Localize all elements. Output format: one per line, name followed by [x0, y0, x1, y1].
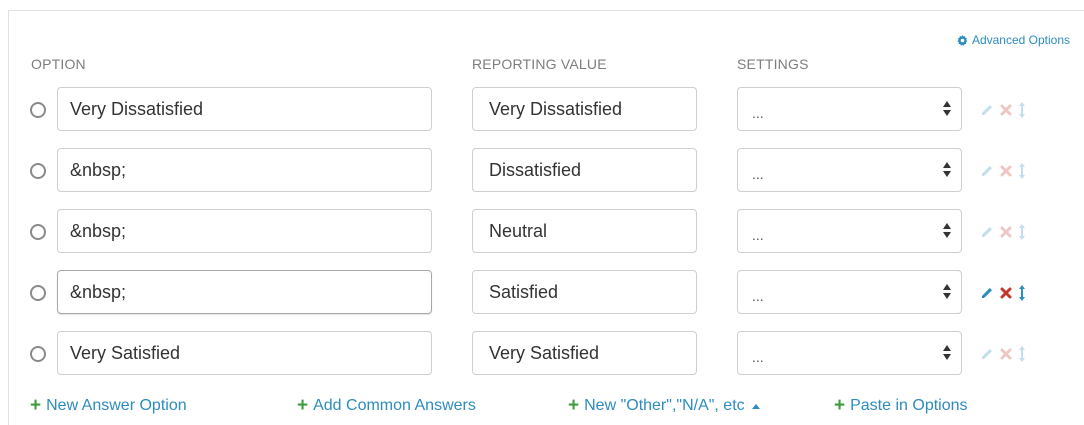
new-answer-option-link[interactable]: + New Answer Option [30, 395, 187, 416]
settings-value: ... [752, 105, 764, 121]
plus-icon: + [30, 395, 42, 416]
reporting-value-text: Dissatisfied [489, 159, 582, 180]
reporting-value-text: Very Dissatisfied [489, 98, 623, 119]
option-text: &nbsp; [70, 159, 127, 180]
paste-in-options-link[interactable]: + Paste in Options [834, 395, 968, 416]
settings-select[interactable]: ... [737, 148, 962, 192]
column-header-reporting-value: REPORTING VALUE [472, 56, 607, 72]
reporting-value-text: Very Satisfied [489, 342, 600, 363]
reorder-arrows-icon[interactable] [1018, 345, 1026, 363]
option-text: &nbsp; [70, 220, 127, 241]
settings-select[interactable]: ... [737, 87, 962, 131]
option-input[interactable]: Very Dissatisfied [57, 87, 432, 131]
column-header-option: OPTION [31, 56, 86, 72]
delete-x-icon[interactable] [1000, 348, 1012, 360]
pencil-edit-icon[interactable] [980, 347, 994, 361]
reporting-value-input[interactable]: Very Satisfied [472, 331, 697, 375]
row-tools [980, 345, 1026, 363]
delete-x-icon[interactable] [1000, 226, 1012, 238]
new-answer-option-label: New Answer Option [46, 397, 187, 414]
settings-value: ... [752, 288, 764, 304]
reorder-arrows-icon[interactable] [1018, 284, 1026, 302]
reorder-arrows-icon[interactable] [1018, 162, 1026, 180]
delete-x-icon[interactable] [1000, 287, 1012, 299]
reporting-value-text: Satisfied [489, 281, 559, 302]
delete-x-icon[interactable] [1000, 104, 1012, 116]
settings-value: ... [752, 227, 764, 243]
delete-x-icon[interactable] [1000, 165, 1012, 177]
settings-select[interactable]: ... [737, 331, 962, 375]
plus-icon: + [568, 395, 580, 416]
option-text: Very Satisfied [70, 342, 181, 363]
reorder-arrows-icon[interactable] [1018, 101, 1026, 119]
option-radio[interactable] [30, 285, 46, 301]
new-other-na-label: New "Other","N/A", etc [584, 397, 745, 414]
option-radio[interactable] [30, 224, 46, 240]
pencil-edit-icon[interactable] [980, 225, 994, 239]
option-input[interactable]: &nbsp; [57, 148, 432, 192]
pencil-edit-icon[interactable] [980, 103, 994, 117]
gear-icon [957, 34, 968, 46]
option-radio[interactable] [30, 102, 46, 118]
answer-option-row: Very Satisfied Very Satisfied ... [0, 331, 1084, 377]
add-common-answers-link[interactable]: + Add Common Answers [297, 395, 476, 416]
answer-option-row: &nbsp; Satisfied ... [0, 270, 1084, 316]
reporting-value-input[interactable]: Neutral [472, 209, 697, 253]
option-text: &nbsp; [70, 281, 127, 302]
settings-select[interactable]: ... [737, 209, 962, 253]
option-input[interactable]: &nbsp; [57, 209, 432, 253]
reorder-arrows-icon[interactable] [1018, 223, 1026, 241]
option-radio[interactable] [30, 346, 46, 362]
settings-select[interactable]: ... [737, 270, 962, 314]
settings-value: ... [752, 349, 764, 365]
pencil-edit-icon[interactable] [980, 286, 994, 300]
advanced-options-label: Advanced Options [971, 33, 1070, 47]
answer-option-row: &nbsp; Dissatisfied ... [0, 148, 1084, 194]
row-tools [980, 223, 1026, 241]
add-common-answers-label: Add Common Answers [313, 397, 476, 414]
row-tools [980, 284, 1026, 302]
reporting-value-input[interactable]: Very Dissatisfied [472, 87, 697, 131]
answer-option-row: &nbsp; Neutral ... [0, 209, 1084, 255]
caret-up-icon [751, 403, 760, 409]
column-header-settings: SETTINGS [737, 56, 809, 72]
paste-in-options-label: Paste in Options [850, 397, 968, 414]
option-input[interactable]: Very Satisfied [57, 331, 432, 375]
select-arrows-icon [943, 162, 951, 177]
settings-value: ... [752, 166, 764, 182]
option-radio[interactable] [30, 163, 46, 179]
reporting-value-input[interactable]: Satisfied [472, 270, 697, 314]
select-arrows-icon [943, 101, 951, 116]
option-text: Very Dissatisfied [70, 98, 204, 119]
new-other-na-link[interactable]: + New "Other","N/A", etc [568, 395, 760, 416]
footer-actions: + New Answer Option + Add Common Answers… [0, 395, 1084, 419]
select-arrows-icon [943, 223, 951, 238]
reporting-value-input[interactable]: Dissatisfied [472, 148, 697, 192]
select-arrows-icon [943, 345, 951, 360]
answer-option-row: Very Dissatisfied Very Dissatisfied ... [0, 87, 1084, 133]
advanced-options-link[interactable]: Advanced Options [957, 33, 1070, 47]
row-tools [980, 162, 1026, 180]
row-tools [980, 101, 1026, 119]
plus-icon: + [297, 395, 309, 416]
pencil-edit-icon[interactable] [980, 164, 994, 178]
select-arrows-icon [943, 284, 951, 299]
plus-icon: + [834, 395, 846, 416]
reporting-value-text: Neutral [489, 220, 548, 241]
option-input[interactable]: &nbsp; [57, 270, 432, 314]
